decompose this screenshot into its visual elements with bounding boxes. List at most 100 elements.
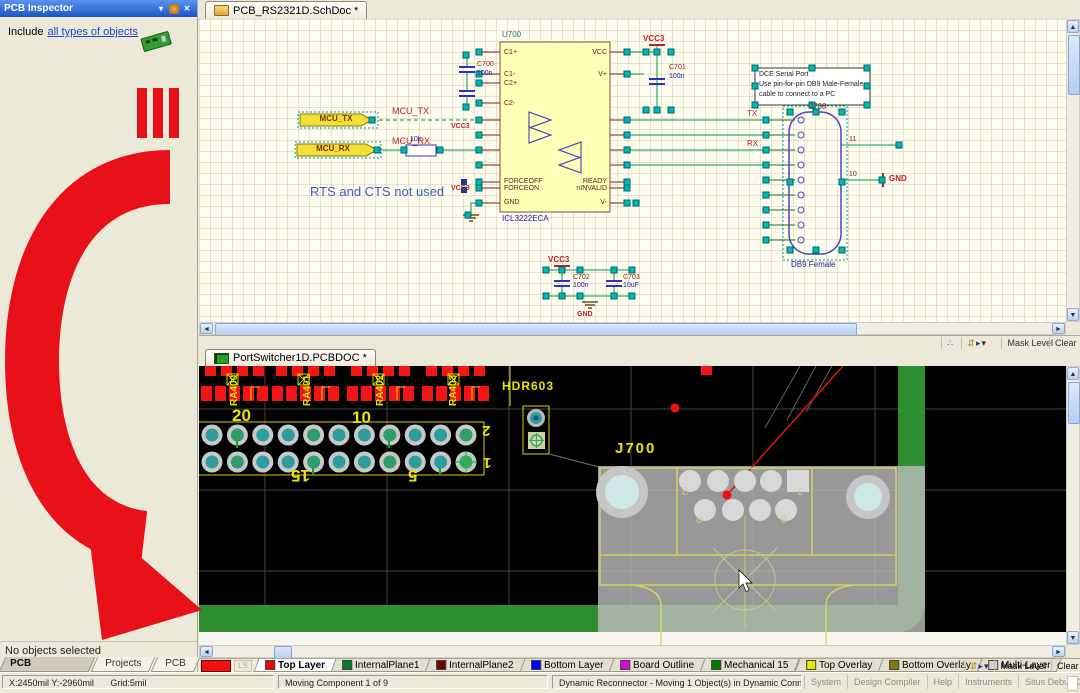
note-line-1: DCE Serial Port <box>759 71 808 78</box>
db9-connector-symbol[interactable] <box>789 112 841 254</box>
pcb-doc-tab[interactable]: PortSwitcher1D.PCBDOC * <box>205 349 376 366</box>
schematic-bottom-strip: ∴ ⇵▸▾ Mask Level Clear <box>199 335 1080 350</box>
panel-button-help[interactable]: Help <box>927 675 959 689</box>
j700-label: J700 <box>615 441 656 456</box>
layer-tab-bottom-layer[interactable]: Bottom Layer <box>519 659 614 672</box>
scroll-up-icon[interactable]: ▲ <box>1067 20 1079 33</box>
hdr603-label: HDR603 <box>502 380 554 392</box>
scroll-right-icon[interactable]: ► <box>1052 646 1065 657</box>
sch-micro-icon[interactable]: ∴ <box>941 337 958 349</box>
ic-pin-v-: V- <box>559 199 607 206</box>
include-objects-link[interactable]: all types of objects <box>47 26 138 38</box>
layer-tab-internalplane2[interactable]: InternalPlane2 <box>425 659 525 672</box>
ic-part: ICL3222ECA <box>502 215 549 223</box>
panel-menu-icon[interactable]: ▾ <box>155 3 167 14</box>
pcb-inspector-panel: PCB Inspector ▾ ✕ Includeall types of ob… <box>0 0 198 672</box>
schematic-hscrollbar[interactable]: ◄ ► <box>199 322 1066 335</box>
scroll-left-icon[interactable]: ◄ <box>200 323 213 334</box>
layer-tab-internalplane1[interactable]: InternalPlane1 <box>330 659 430 672</box>
altium-window: PCB Inspector ▾ ✕ Includeall types of ob… <box>0 0 1080 693</box>
sch-filter-icons[interactable]: ⇵▸▾ <box>961 337 992 349</box>
sch-clear-button[interactable]: Clear <box>1049 337 1080 349</box>
resistor-r7[interactable] <box>406 145 436 156</box>
panel-button-instruments[interactable]: Instruments <box>958 675 1018 689</box>
ic-pin-c2+: C2+ <box>504 80 517 87</box>
ra-label-ra400: RA400 <box>230 366 240 406</box>
vcc-label-3: VCC3 <box>451 123 470 130</box>
layer-sets-button[interactable]: LS <box>234 660 252 672</box>
c3-val: 100n <box>573 282 589 289</box>
db9-name: DB9 Female <box>791 261 835 269</box>
net-label-tx: MCU_TX <box>392 107 429 116</box>
pcb-clear-button[interactable]: Clear <box>1051 660 1080 672</box>
status-bar: X:2450mil Y:-2960mil Grid:5mil Moving Co… <box>0 672 1080 693</box>
schematic-tab-bar: PCB_RS2321D.SchDoc * <box>199 0 1080 19</box>
panel-close-icon[interactable]: ✕ <box>181 3 193 14</box>
panel-button-design-compiler[interactable]: Design Compiler <box>847 675 927 689</box>
ic-pin-forceon: FORCEON <box>504 185 539 192</box>
c2-val: 100n <box>669 73 685 80</box>
note-line-2: Use pin-for-pin DB9 Male-Female <box>759 81 863 88</box>
schematic-doc-tab[interactable]: PCB_RS2321D.SchDoc * <box>205 1 367 19</box>
pcb-filter-icons[interactable]: ⇵▸▾ <box>964 660 995 672</box>
db9-pad-9: 9 <box>781 515 787 526</box>
panel-pin-icon[interactable] <box>169 4 179 14</box>
pcb-hscrollbar[interactable]: ◄ ► <box>199 645 1066 658</box>
ratsnest-dot-1 <box>671 404 680 413</box>
vcc-label-1: VCC3 <box>643 35 664 43</box>
c1-ref: C700 <box>477 61 494 68</box>
c2-ref: C701 <box>669 64 686 71</box>
pcb-board-icon <box>136 26 176 56</box>
layer-tab-top-overlay[interactable]: Top Overlay <box>795 659 884 672</box>
panel-button-system[interactable]: System <box>804 675 847 689</box>
ic-pin-c1-: C1- <box>504 71 515 78</box>
silk-num-15: 15 <box>291 467 310 484</box>
ic-pin-forceoff: FORCEOFF <box>504 178 543 185</box>
c1-val: 100n <box>477 70 493 77</box>
silk-num-5: 5 <box>408 467 417 484</box>
silk-num-20: 20 <box>232 407 251 424</box>
ic-pin-c2-: C2- <box>504 100 515 107</box>
pcb-mask-level-button[interactable]: Mask Level <box>994 660 1051 672</box>
pcb-drawing <box>199 366 1066 645</box>
gnd-label-2: GND <box>577 311 593 318</box>
pcb-tab-label: PortSwitcher1D.PCBDOC * <box>233 352 367 364</box>
layer-tab-mechanical-15[interactable]: Mechanical 15 <box>700 659 800 672</box>
layer-bar-right: ⇵▸▾ Mask Level Clear <box>964 660 1080 672</box>
resistor-value: 10k <box>410 136 421 143</box>
inspector-status-text: No objects selected <box>0 641 197 657</box>
pcb-vscroll-thumb[interactable] <box>1068 382 1080 424</box>
net-label-shield-a: 11 <box>849 136 856 143</box>
db9-pad-1: 1 <box>797 487 803 498</box>
layer-tab-bar: LS Top LayerInternalPlane1InternalPlane2… <box>199 658 1080 672</box>
ic-pin-v+: V+ <box>559 71 607 78</box>
include-row: Includeall types of objects <box>8 26 138 38</box>
scroll-left-icon[interactable]: ◄ <box>200 646 213 657</box>
scroll-down-icon[interactable]: ▼ <box>1067 631 1079 644</box>
schematic-canvas[interactable]: MCU_TX MCU_RX MCU_TX MCU_RX TX RX 11 10 … <box>199 19 1066 322</box>
ic-pin-c1+: C1+ <box>504 49 517 56</box>
schematic-vscroll-thumb[interactable] <box>1068 35 1080 95</box>
silk-num-2: 2 <box>482 423 490 438</box>
pcb-tab-bar: PortSwitcher1D.PCBDOC * <box>199 349 1080 366</box>
pcb-canvas[interactable]: HDR603 J700 20 10 15 5 2 1 5 1 6 9 RA400… <box>199 366 1066 645</box>
inspector-tab-pcb-inspector[interactable]: PCB Inspector <box>0 657 96 672</box>
scroll-right-icon[interactable]: ► <box>1052 323 1065 334</box>
pcb-vscrollbar[interactable]: ▲ ▼ <box>1066 366 1080 645</box>
ic-pin-vcc: VCC <box>559 49 607 56</box>
scroll-up-icon[interactable]: ▲ <box>1067 367 1079 380</box>
grid-setting: Grid:5mil <box>110 678 146 688</box>
layer-tab-board-outline[interactable]: Board Outline <box>609 659 706 672</box>
cursor-position: X:2450mil Y:-2960mil <box>9 678 94 688</box>
scroll-down-icon[interactable]: ▼ <box>1067 308 1079 321</box>
port-rx-label: MCU_RX <box>304 145 362 153</box>
inspector-tab-projects[interactable]: Projects <box>91 657 156 672</box>
layer-tab-top-layer[interactable]: Top Layer <box>253 659 336 672</box>
inspector-tab-pcb[interactable]: PCB <box>151 657 200 672</box>
silk-num-10: 10 <box>352 409 371 426</box>
resize-grip[interactable] <box>1067 676 1078 691</box>
layer-tabs: Top LayerInternalPlane1InternalPlane2Bot… <box>256 659 1059 672</box>
panel-titlebar[interactable]: PCB Inspector ▾ ✕ <box>0 0 197 17</box>
schematic-vscrollbar[interactable]: ▲ ▼ <box>1066 19 1080 322</box>
c4-val: 10uF <box>623 282 639 289</box>
